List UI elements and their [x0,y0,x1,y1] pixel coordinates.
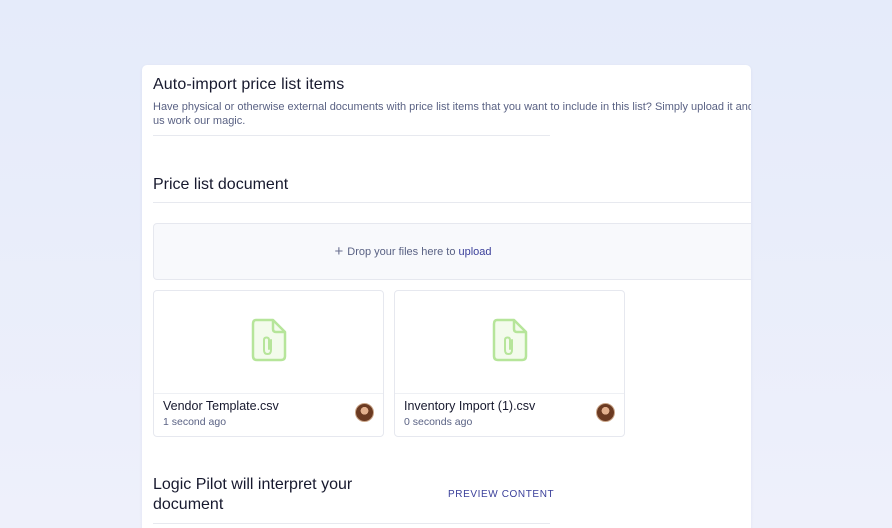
file-name: Vendor Template.csv [163,399,279,413]
divider [153,523,550,524]
preview-content-button[interactable]: PREVIEW CONTENT [448,489,554,500]
upload-link[interactable]: upload [458,246,491,258]
file-thumbnail [395,291,624,394]
file-card[interactable]: Vendor Template.csv 1 second ago [153,290,384,437]
file-name: Inventory Import (1).csv [404,399,536,413]
dropzone-text: Drop your files here to [347,245,456,258]
file-time: 1 second ago [163,416,227,428]
interpret-section-title: Logic Pilot will interpret your document [153,476,353,513]
file-time: 0 seconds ago [404,416,473,428]
auto-import-title: Auto-import price list items [153,76,345,93]
price-list-document-title: Price list document [153,176,289,193]
divider [153,202,751,203]
import-panel: Auto-import price list items Have physic… [142,65,751,528]
file-thumbnail [154,291,383,394]
divider [153,135,550,136]
file-card[interactable]: Inventory Import (1).csv 0 seconds ago [394,290,625,437]
attachment-file-icon [251,318,287,367]
attachment-file-icon [492,318,528,367]
plus-icon: + [334,243,344,260]
file-dropzone[interactable]: + Drop your files here to upload [153,223,751,280]
auto-import-description: Have physical or otherwise external docu… [153,101,751,127]
user-avatar [596,403,615,422]
user-avatar [355,403,374,422]
